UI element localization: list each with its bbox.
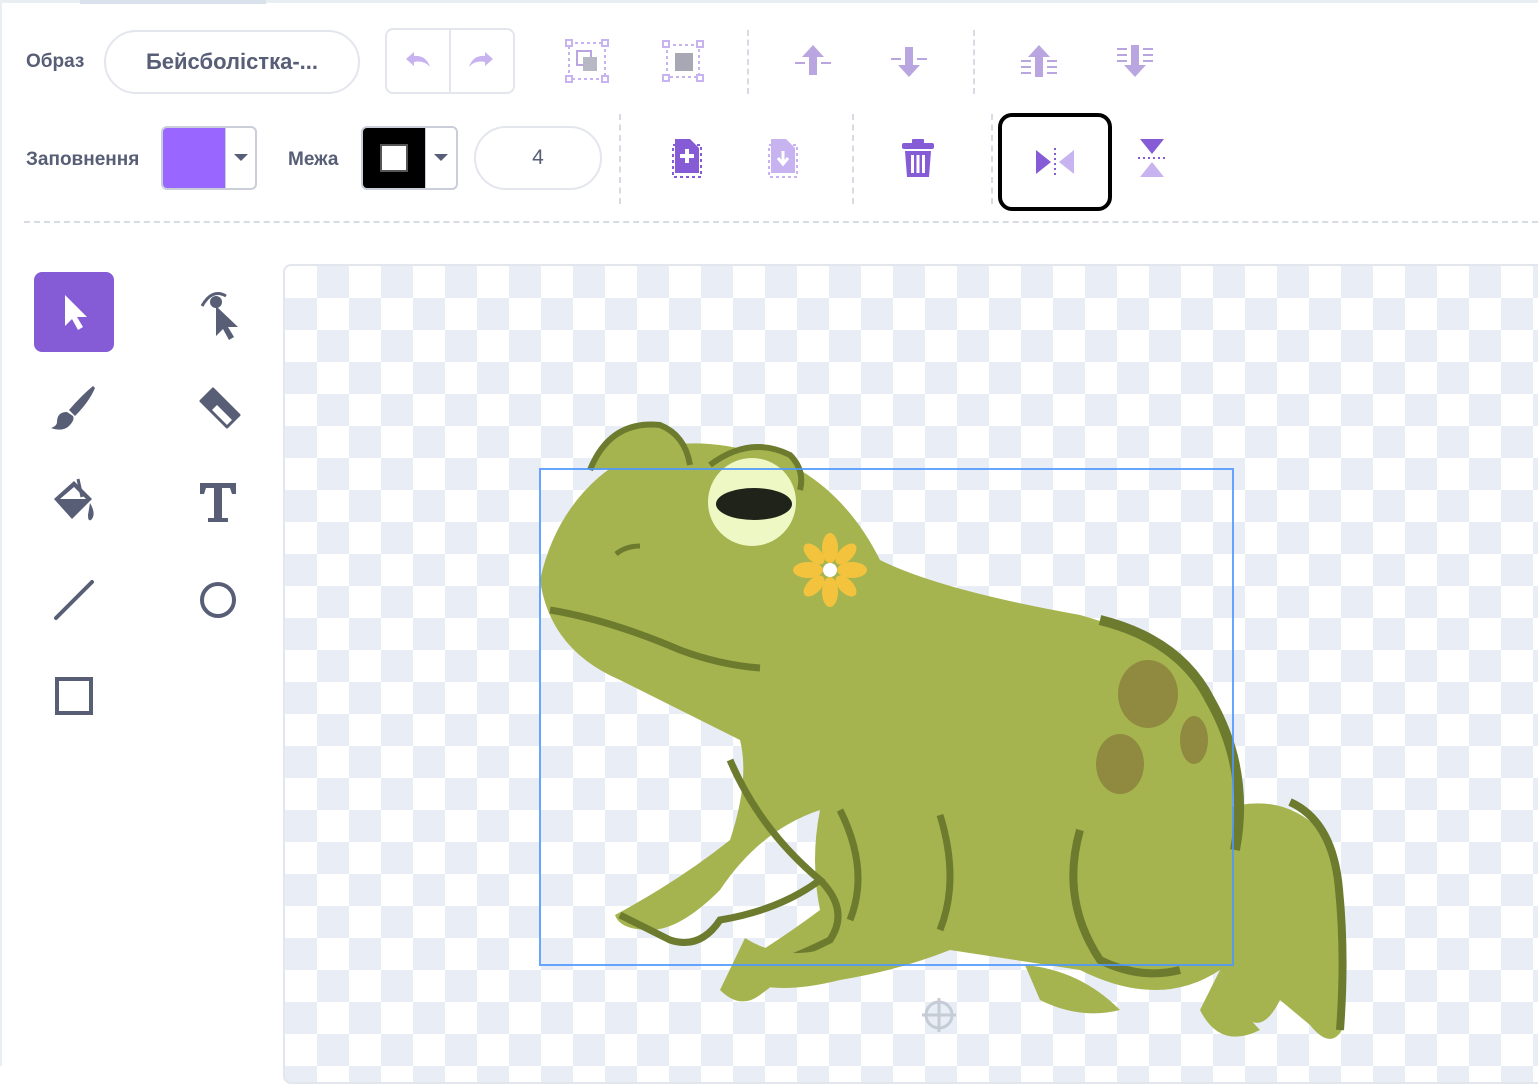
- backward-button[interactable]: [884, 38, 934, 84]
- eraser-icon: [199, 387, 241, 429]
- bring-to-front-button[interactable]: [1014, 38, 1064, 84]
- ungroup-button[interactable]: [656, 36, 710, 86]
- top-tab-indicator: [80, 0, 266, 4]
- copy-button[interactable]: [660, 132, 712, 184]
- eraser-tool[interactable]: [178, 368, 258, 448]
- paste-icon: [768, 139, 798, 178]
- left-border: [0, 0, 2, 1066]
- circle-icon: [200, 582, 236, 618]
- divider: [619, 114, 621, 204]
- costume-name-input[interactable]: Бейсболістка-...: [104, 30, 360, 94]
- outline-color-swatch[interactable]: [363, 128, 425, 188]
- brush-icon: [51, 386, 95, 430]
- line-tool[interactable]: [34, 560, 114, 640]
- forward-icon: [795, 45, 831, 75]
- flip-vertical-button[interactable]: [1128, 134, 1176, 182]
- selection-bounding-box[interactable]: [539, 468, 1234, 966]
- divider: [852, 114, 854, 204]
- copy-icon: [672, 139, 702, 178]
- bring-to-front-icon: [1021, 45, 1057, 77]
- arrow-pointer-icon: [65, 295, 87, 330]
- delete-button[interactable]: [892, 132, 944, 184]
- outline-width-input[interactable]: 4: [474, 126, 602, 190]
- select-tool[interactable]: [34, 272, 114, 352]
- outline-dropdown-caret[interactable]: [425, 128, 456, 188]
- fill-label: Заповнення: [26, 149, 140, 170]
- flip-vertical-icon: [1138, 139, 1166, 177]
- reshape-tool[interactable]: [178, 272, 258, 352]
- brush-tool[interactable]: [34, 368, 114, 448]
- group-icon: [565, 39, 609, 83]
- flip-horizontal-button[interactable]: [998, 113, 1112, 211]
- group-button[interactable]: [560, 36, 614, 86]
- reshape-icon: [200, 292, 238, 340]
- circle-tool[interactable]: [178, 560, 258, 640]
- line-icon: [54, 580, 94, 620]
- redo-icon: [469, 52, 493, 67]
- paste-button[interactable]: [756, 132, 808, 184]
- send-to-back-button[interactable]: [1110, 38, 1160, 84]
- outline-swatch-inner: [380, 144, 408, 172]
- chevron-down-icon: [233, 154, 248, 161]
- rectangle-icon: [55, 677, 93, 715]
- toolbar-separator: [24, 221, 1538, 223]
- costume-label: Образ: [26, 51, 85, 72]
- divider: [991, 114, 993, 204]
- outline-color-picker[interactable]: [361, 126, 458, 190]
- text-tool[interactable]: [178, 462, 258, 542]
- chevron-down-icon: [434, 154, 448, 161]
- rectangle-tool[interactable]: [34, 656, 114, 736]
- send-to-back-icon: [1117, 45, 1153, 77]
- fill-color-swatch[interactable]: [163, 128, 225, 188]
- redo-button[interactable]: [449, 30, 511, 92]
- flip-horizontal-icon: [1036, 148, 1074, 176]
- fill-tool[interactable]: [34, 462, 114, 542]
- undo-button[interactable]: [387, 30, 449, 92]
- rotation-center-icon[interactable]: [920, 996, 958, 1034]
- paint-bucket-icon: [54, 478, 94, 521]
- outline-label: Межа: [288, 149, 339, 170]
- delete-icon: [902, 139, 934, 177]
- fill-dropdown-caret[interactable]: [225, 128, 255, 188]
- backward-icon: [891, 47, 927, 77]
- text-t-icon: [200, 483, 236, 522]
- undo-redo-group: [385, 28, 515, 94]
- fill-color-picker[interactable]: [161, 126, 257, 190]
- divider: [747, 30, 749, 94]
- ungroup-icon: [662, 40, 704, 82]
- divider: [973, 30, 975, 94]
- undo-icon: [406, 52, 430, 67]
- forward-button[interactable]: [788, 38, 838, 84]
